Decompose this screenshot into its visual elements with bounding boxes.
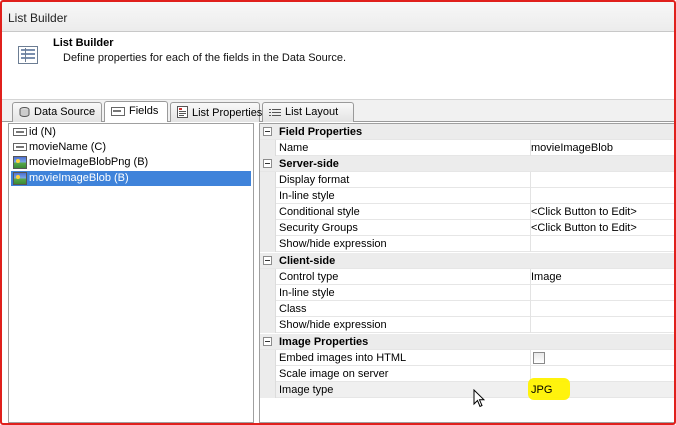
collapse-icon[interactable] xyxy=(263,337,272,346)
property-row[interactable]: In-line style xyxy=(260,188,675,204)
property-value[interactable]: movieImageBlob xyxy=(531,142,613,154)
table-icon xyxy=(18,46,38,64)
category-label: Client-side xyxy=(279,255,336,267)
property-name: Name xyxy=(279,142,309,154)
property-row[interactable]: Display format xyxy=(260,172,675,188)
list-item[interactable]: movieName (C) xyxy=(11,140,251,155)
property-name: Control type xyxy=(279,271,339,283)
category-client-side[interactable]: Client-side xyxy=(260,253,675,269)
embed-images-checkbox[interactable] xyxy=(533,352,545,364)
list-item-label: movieName (C) xyxy=(29,141,107,153)
tab-label: List Layout xyxy=(285,106,339,118)
property-row[interactable]: Conditional style <Click Button to Edit> xyxy=(260,204,675,220)
property-row[interactable]: Class xyxy=(260,301,675,317)
list-item[interactable]: movieImageBlobPng (B) xyxy=(11,155,251,170)
list-item-selected[interactable]: movieImageBlob (B) xyxy=(11,171,251,186)
collapse-icon[interactable] xyxy=(263,159,272,168)
property-value[interactable]: <Click Button to Edit> xyxy=(531,222,637,234)
property-name: Conditional style xyxy=(279,206,360,218)
tab-strip: Data Source Fields List Properties List … xyxy=(2,100,674,122)
property-row[interactable]: Control type Image xyxy=(260,269,675,285)
list-item-label: id (N) xyxy=(29,126,56,138)
list-item[interactable]: id (N) xyxy=(11,125,251,140)
property-name: Show/hide expression xyxy=(279,238,387,250)
list-item-label: movieImageBlob (B) xyxy=(29,172,129,184)
field-icon xyxy=(13,128,27,136)
property-name: In-line style xyxy=(279,287,335,299)
tab-label: Data Source xyxy=(34,106,96,118)
category-label: Image Properties xyxy=(279,336,369,348)
layout-icon xyxy=(269,108,281,120)
tab-data-source[interactable]: Data Source xyxy=(12,102,102,122)
tab-fields[interactable]: Fields xyxy=(104,101,168,122)
property-name: Security Groups xyxy=(279,222,358,234)
property-name: Image type xyxy=(279,384,334,396)
property-name: Class xyxy=(279,303,307,315)
database-icon xyxy=(19,107,30,120)
property-row[interactable]: Show/hide expression xyxy=(260,317,675,333)
title-bar: List Builder xyxy=(2,2,674,32)
property-grid: Field Properties Name movieImageBlob Ser… xyxy=(259,123,675,423)
list-item-label: movieImageBlobPng (B) xyxy=(29,156,149,168)
category-label: Field Properties xyxy=(279,126,363,138)
property-name: In-line style xyxy=(279,190,335,202)
header-description: Define properties for each of the fields… xyxy=(63,52,347,64)
property-row-selected[interactable]: Image type JPG xyxy=(260,378,675,400)
window-title: List Builder xyxy=(8,11,68,25)
property-value[interactable]: <Click Button to Edit> xyxy=(531,206,637,218)
collapse-icon[interactable] xyxy=(263,127,272,136)
image-icon xyxy=(13,156,27,169)
property-value[interactable]: JPG xyxy=(531,384,552,396)
property-row[interactable]: In-line style xyxy=(260,285,675,301)
property-name: Scale image on server xyxy=(279,368,389,380)
property-row[interactable]: Name movieImageBlob xyxy=(260,140,675,156)
tab-list-layout[interactable]: List Layout xyxy=(262,102,354,122)
property-row[interactable]: Show/hide expression xyxy=(260,236,675,252)
property-value[interactable]: Image xyxy=(531,271,562,283)
property-name: Show/hide expression xyxy=(279,319,387,331)
category-server-side[interactable]: Server-side xyxy=(260,156,675,172)
property-row[interactable]: Security Groups <Click Button to Edit> xyxy=(260,220,675,236)
property-name: Embed images into HTML xyxy=(279,352,407,364)
category-image-properties[interactable]: Image Properties xyxy=(260,334,675,350)
wizard-header: List Builder Define properties for each … xyxy=(2,32,674,100)
category-field-properties[interactable]: Field Properties xyxy=(260,124,675,140)
image-icon xyxy=(13,172,27,185)
tab-label: List Properties xyxy=(192,107,263,119)
property-row[interactable]: Scale image on server xyxy=(260,366,675,382)
property-name: Display format xyxy=(279,174,350,186)
property-row[interactable]: Embed images into HTML xyxy=(260,350,675,366)
tab-label: Fields xyxy=(129,105,159,117)
fields-list: id (N) movieName (C) movieImageBlobPng (… xyxy=(8,123,254,423)
category-label: Server-side xyxy=(279,158,339,170)
collapse-icon[interactable] xyxy=(263,256,272,265)
field-icon xyxy=(13,143,27,151)
mouse-cursor-icon xyxy=(473,388,486,411)
tab-list-properties[interactable]: List Properties xyxy=(170,102,263,122)
properties-icon xyxy=(177,106,188,121)
field-icon xyxy=(111,107,125,119)
header-title: List Builder xyxy=(53,37,114,49)
